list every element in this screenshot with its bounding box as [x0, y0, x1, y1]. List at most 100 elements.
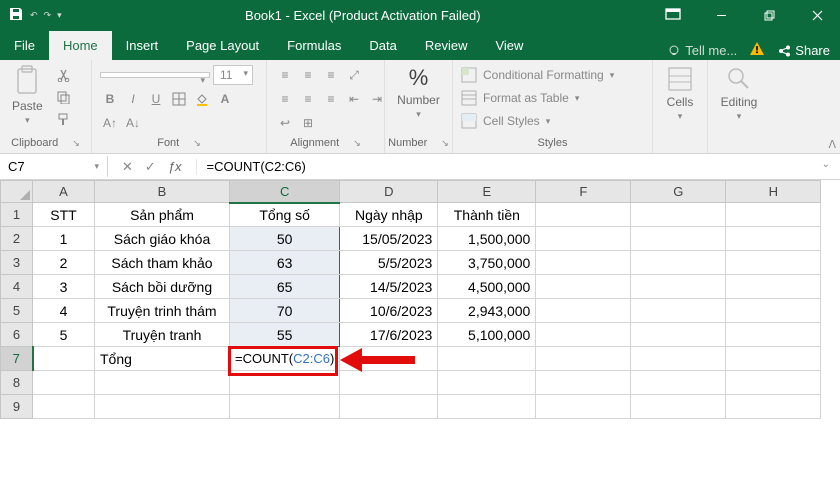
cell[interactable] — [726, 395, 821, 419]
expand-formula-bar-icon[interactable]: ⌄ — [822, 159, 830, 170]
merge-center-icon[interactable]: ⊞ — [298, 113, 318, 133]
col-header-G[interactable]: G — [631, 181, 726, 203]
increase-font-icon[interactable]: A↑ — [100, 113, 120, 133]
cell[interactable] — [95, 395, 230, 419]
font-size-select[interactable]: 11 — [213, 65, 253, 85]
cell-styles-button[interactable]: Cell Styles▾ — [461, 111, 550, 131]
cell[interactable]: Sản phẩm — [95, 203, 230, 227]
cell[interactable]: 65 — [230, 275, 340, 299]
cell[interactable]: 14/5/2023 — [340, 275, 438, 299]
tab-formulas[interactable]: Formulas — [273, 31, 355, 60]
paste-button[interactable]: Paste ▾ — [8, 63, 47, 128]
cell[interactable] — [536, 323, 631, 347]
cell[interactable] — [726, 251, 821, 275]
cell[interactable]: Sách tham khảo — [95, 251, 230, 275]
ribbon-display-icon[interactable] — [664, 5, 696, 26]
cell[interactable] — [536, 371, 631, 395]
col-header-F[interactable]: F — [536, 181, 631, 203]
italic-button[interactable]: I — [123, 89, 143, 109]
align-middle-icon[interactable]: ≡ — [298, 65, 318, 85]
col-header-D[interactable]: D — [340, 181, 438, 203]
alignment-launcher-icon[interactable]: ↘ — [353, 138, 361, 149]
cell[interactable]: 55 — [230, 323, 340, 347]
row-header-3[interactable]: 3 — [1, 251, 33, 275]
cell[interactable] — [726, 371, 821, 395]
font-color-icon[interactable]: A — [215, 89, 235, 109]
tab-view[interactable]: View — [481, 31, 537, 60]
col-header-H[interactable]: H — [726, 181, 821, 203]
restore-button[interactable] — [746, 0, 792, 30]
decrease-font-icon[interactable]: A↓ — [123, 113, 143, 133]
tab-data[interactable]: Data — [355, 31, 410, 60]
cell[interactable] — [536, 395, 631, 419]
cell[interactable] — [340, 371, 438, 395]
cut-icon[interactable] — [53, 65, 73, 85]
col-header-C[interactable]: C — [230, 181, 340, 203]
copy-icon[interactable] — [53, 87, 73, 107]
tab-file[interactable]: File — [0, 31, 49, 60]
cancel-formula-icon[interactable]: ✕ — [122, 159, 133, 175]
align-bottom-icon[interactable]: ≡ — [321, 65, 341, 85]
cell[interactable] — [726, 299, 821, 323]
cell[interactable] — [340, 347, 438, 371]
cell[interactable]: 10/6/2023 — [340, 299, 438, 323]
cell[interactable] — [438, 371, 536, 395]
bold-button[interactable]: B — [100, 89, 120, 109]
cell[interactable] — [33, 371, 95, 395]
cell[interactable]: Thành tiền — [438, 203, 536, 227]
fx-icon[interactable]: ƒx — [168, 159, 182, 174]
col-header-A[interactable]: A — [33, 181, 95, 203]
editing-button[interactable]: Editing ▾ — [717, 63, 762, 124]
col-header-E[interactable]: E — [438, 181, 536, 203]
fill-color-icon[interactable] — [192, 89, 212, 109]
cell[interactable]: 1 — [33, 227, 95, 251]
save-icon[interactable] — [8, 6, 24, 25]
row-header-7[interactable]: 7 — [1, 347, 33, 371]
share-button[interactable]: Share — [777, 43, 830, 58]
cell[interactable] — [33, 347, 95, 371]
cells-button[interactable]: Cells ▾ — [662, 63, 698, 124]
cell[interactable] — [340, 395, 438, 419]
cell[interactable]: Truyện trinh thám — [95, 299, 230, 323]
worksheet[interactable]: A B C D E F G H 1 STT Sản phẩm Tổng số N… — [0, 180, 840, 419]
cell[interactable]: 17/6/2023 — [340, 323, 438, 347]
cell[interactable] — [726, 275, 821, 299]
cell[interactable] — [631, 323, 726, 347]
cell[interactable]: Tổng — [95, 347, 230, 371]
tab-home[interactable]: Home — [49, 31, 112, 60]
align-center-icon[interactable]: ≡ — [298, 89, 318, 109]
indent-decrease-icon[interactable]: ⇤ — [344, 89, 364, 109]
tab-insert[interactable]: Insert — [112, 31, 173, 60]
collapse-ribbon-icon[interactable]: ᐱ — [828, 138, 836, 151]
cell[interactable] — [438, 347, 536, 371]
cell[interactable] — [536, 275, 631, 299]
formula-bar[interactable]: =COUNT(C2:C6) ⌄ — [197, 156, 840, 177]
cell[interactable]: 1,500,000 — [438, 227, 536, 251]
redo-icon[interactable]: ↷ — [44, 10, 52, 21]
row-header-6[interactable]: 6 — [1, 323, 33, 347]
cell[interactable]: 2 — [33, 251, 95, 275]
cell[interactable]: Ngày nhập — [340, 203, 438, 227]
cell[interactable] — [230, 371, 340, 395]
cell[interactable]: 5,100,000 — [438, 323, 536, 347]
tab-page-layout[interactable]: Page Layout — [172, 31, 273, 60]
cell[interactable] — [631, 395, 726, 419]
cell[interactable]: 5 — [33, 323, 95, 347]
row-header-2[interactable]: 2 — [1, 227, 33, 251]
cell[interactable] — [631, 299, 726, 323]
orientation-icon[interactable]: ⤢ — [344, 65, 364, 85]
select-all-corner[interactable] — [1, 181, 33, 203]
tell-me-search[interactable]: Tell me... — [667, 43, 737, 58]
cell[interactable]: 50 — [230, 227, 340, 251]
name-box[interactable]: C7▾ — [0, 156, 108, 177]
wrap-text-icon[interactable]: ↩ — [275, 113, 295, 133]
cell[interactable]: Sách bồi dưỡng — [95, 275, 230, 299]
cell[interactable] — [536, 251, 631, 275]
warning-icon[interactable] — [749, 41, 765, 60]
close-button[interactable] — [794, 0, 840, 30]
format-painter-icon[interactable] — [53, 109, 73, 129]
cell[interactable] — [536, 347, 631, 371]
font-launcher-icon[interactable]: ↘ — [193, 138, 201, 149]
cell[interactable]: 2,943,000 — [438, 299, 536, 323]
cell[interactable] — [33, 395, 95, 419]
